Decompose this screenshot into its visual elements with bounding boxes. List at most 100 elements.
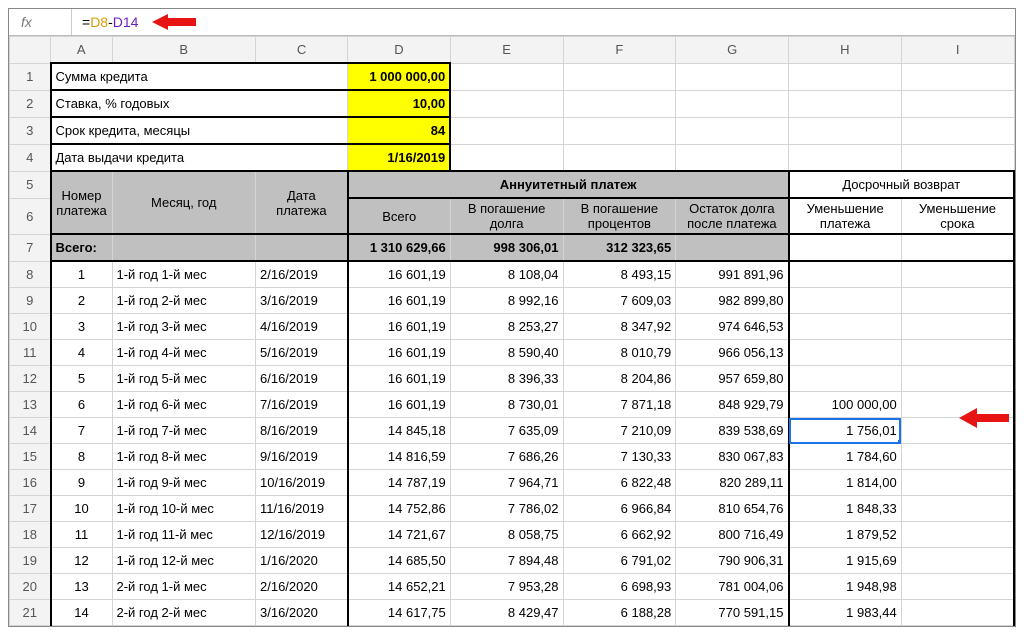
cell-balance[interactable]: 770 591,15	[676, 600, 789, 626]
cell-interest[interactable]: 7 210,09	[563, 418, 676, 444]
cell-number[interactable]: 11	[51, 522, 113, 548]
cell-interest[interactable]: 6 698,93	[563, 574, 676, 600]
col-A-header[interactable]: A	[51, 37, 113, 64]
cell[interactable]	[450, 90, 563, 117]
row-7-header[interactable]: 7	[10, 234, 51, 261]
cell-month[interactable]: 2-й год 2-й мес	[112, 600, 256, 626]
cell-total[interactable]: 14 617,75	[348, 600, 451, 626]
row-6-header[interactable]: 6	[10, 198, 51, 234]
cell-reduce-term[interactable]	[901, 600, 1014, 626]
cell-month[interactable]: 1-й год 11-й мес	[112, 522, 256, 548]
cell-total[interactable]: 14 685,50	[348, 548, 451, 574]
cell-reduce-term[interactable]	[901, 340, 1014, 366]
cell[interactable]	[563, 117, 676, 144]
cell-date[interactable]: 8/16/2019	[256, 418, 348, 444]
cell[interactable]	[676, 63, 789, 90]
cell[interactable]	[112, 234, 256, 261]
cell-number[interactable]: 6	[51, 392, 113, 418]
cell-date[interactable]: 3/16/2019	[256, 288, 348, 314]
row-3-header[interactable]: 3	[10, 117, 51, 144]
cell-total[interactable]: 16 601,19	[348, 314, 451, 340]
cell-total[interactable]: 14 816,59	[348, 444, 451, 470]
cell-reduce-term[interactable]	[901, 522, 1014, 548]
cell-reduce-payment[interactable]: 1 915,69	[789, 548, 902, 574]
cell-date[interactable]: 3/16/2020	[256, 600, 348, 626]
cell-principal[interactable]: 8 058,75	[450, 522, 563, 548]
col-B-header[interactable]: B	[112, 37, 256, 64]
cell[interactable]	[450, 144, 563, 171]
cell-date[interactable]: 5/16/2019	[256, 340, 348, 366]
cell-number[interactable]: 1	[51, 261, 113, 288]
cell-balance[interactable]: 966 056,13	[676, 340, 789, 366]
cell[interactable]	[676, 90, 789, 117]
cell[interactable]	[789, 117, 902, 144]
cell-reduce-payment[interactable]: 1 784,60	[789, 444, 902, 470]
row-13-header[interactable]: 13	[10, 392, 51, 418]
cell-interest[interactable]: 8 493,15	[563, 261, 676, 288]
totals-d[interactable]: 1 310 629,66	[348, 234, 451, 261]
cell-principal[interactable]: 7 786,02	[450, 496, 563, 522]
cell[interactable]	[789, 144, 902, 171]
cell-interest[interactable]: 8 347,92	[563, 314, 676, 340]
input-date[interactable]: 1/16/2019	[348, 144, 451, 171]
spreadsheet-grid[interactable]: A B C D E F G H I 1 Сумма кредита 1 000 …	[9, 36, 1015, 626]
row-9-header[interactable]: 9	[10, 288, 51, 314]
totals-f[interactable]: 312 323,65	[563, 234, 676, 261]
cell[interactable]	[563, 144, 676, 171]
cell-principal[interactable]: 7 894,48	[450, 548, 563, 574]
cell[interactable]	[789, 234, 902, 261]
cell[interactable]	[676, 144, 789, 171]
cell-month[interactable]: 1-й год 1-й мес	[112, 261, 256, 288]
cell-interest[interactable]: 6 791,02	[563, 548, 676, 574]
cell[interactable]	[676, 117, 789, 144]
row-19-header[interactable]: 19	[10, 548, 51, 574]
cell[interactable]	[563, 90, 676, 117]
row-1-header[interactable]: 1	[10, 63, 51, 90]
cell-date[interactable]: 4/16/2019	[256, 314, 348, 340]
row-20-header[interactable]: 20	[10, 574, 51, 600]
cell-month[interactable]: 1-й год 2-й мес	[112, 288, 256, 314]
cell-date[interactable]: 11/16/2019	[256, 496, 348, 522]
cell-interest[interactable]: 7 609,03	[563, 288, 676, 314]
cell-balance[interactable]: 810 654,76	[676, 496, 789, 522]
row-16-header[interactable]: 16	[10, 470, 51, 496]
row-2-header[interactable]: 2	[10, 90, 51, 117]
cell-reduce-payment[interactable]: 1 814,00	[789, 470, 902, 496]
cell-interest[interactable]: 6 188,28	[563, 600, 676, 626]
formula-input[interactable]: =D8-D14	[72, 12, 196, 32]
cell-balance[interactable]: 848 929,79	[676, 392, 789, 418]
totals-e[interactable]: 998 306,01	[450, 234, 563, 261]
cell-reduce-payment[interactable]	[789, 340, 902, 366]
cell-number[interactable]: 2	[51, 288, 113, 314]
cell-number[interactable]: 7	[51, 418, 113, 444]
cell-date[interactable]: 2/16/2020	[256, 574, 348, 600]
row-15-header[interactable]: 15	[10, 444, 51, 470]
cell-principal[interactable]: 8 108,04	[450, 261, 563, 288]
cell-total[interactable]: 16 601,19	[348, 261, 451, 288]
row-12-header[interactable]: 12	[10, 366, 51, 392]
cell-reduce-term[interactable]	[901, 444, 1014, 470]
cell-number[interactable]: 10	[51, 496, 113, 522]
cell-total[interactable]: 14 652,21	[348, 574, 451, 600]
cell-date[interactable]: 12/16/2019	[256, 522, 348, 548]
cell-month[interactable]: 1-й год 7-й мес	[112, 418, 256, 444]
cell-number[interactable]: 4	[51, 340, 113, 366]
cell-total[interactable]: 16 601,19	[348, 366, 451, 392]
label-loan-amount[interactable]: Сумма кредита	[51, 63, 348, 90]
cell-total[interactable]: 14 845,18	[348, 418, 451, 444]
cell-interest[interactable]: 8 204,86	[563, 366, 676, 392]
cell-reduce-term[interactable]	[901, 574, 1014, 600]
col-G-header[interactable]: G	[676, 37, 789, 64]
cell-month[interactable]: 1-й год 4-й мес	[112, 340, 256, 366]
cell-balance[interactable]: 974 646,53	[676, 314, 789, 340]
cell[interactable]	[789, 90, 902, 117]
label-term[interactable]: Срок кредита, месяцы	[51, 117, 348, 144]
cell-interest[interactable]: 7 871,18	[563, 392, 676, 418]
cell-reduce-term[interactable]	[901, 314, 1014, 340]
cell-principal[interactable]: 7 964,71	[450, 470, 563, 496]
cell-month[interactable]: 1-й год 12-й мес	[112, 548, 256, 574]
cell-reduce-payment[interactable]: 1 948,98	[789, 574, 902, 600]
cell-month[interactable]: 1-й год 9-й мес	[112, 470, 256, 496]
cell-interest[interactable]: 6 662,92	[563, 522, 676, 548]
cell-principal[interactable]: 7 635,09	[450, 418, 563, 444]
